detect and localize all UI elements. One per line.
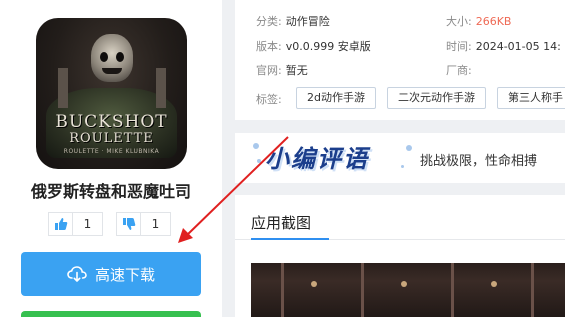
website-value: 暂无 bbox=[285, 64, 308, 77]
active-tab-underline bbox=[251, 238, 329, 240]
editor-review-badge: 小编评语 bbox=[265, 145, 369, 173]
download-button-label: 高速下载 bbox=[94, 265, 155, 284]
icon-dealer-eye-right bbox=[116, 52, 124, 62]
tag-third-person[interactable]: 第三人称手 bbox=[497, 87, 565, 109]
time-value: 2024-01-05 14: bbox=[475, 40, 561, 53]
icon-logo-line-2: ROULETTE bbox=[69, 131, 154, 146]
icon-logo-line-3: ROULETTE · MIKE KLUBNIKA bbox=[63, 148, 160, 155]
screenshots-section: 应用截图 bbox=[235, 195, 565, 317]
screenshot-detail bbox=[531, 263, 534, 317]
dislike-button[interactable]: 1 bbox=[116, 212, 171, 236]
like-count: 1 bbox=[83, 217, 92, 231]
screenshot-detail bbox=[281, 263, 284, 317]
app-info-panel: 分类: 动作冒险 大小: 266KB 版本: v0.0.999 安卓版 时间: 2024… bbox=[235, 0, 565, 120]
icon-pillar-left bbox=[58, 68, 68, 108]
icon-dealer-head bbox=[91, 34, 133, 82]
app-icon: BUCKSHOT ROULETTE ROULETTE · MIKE KLUBNI… bbox=[36, 18, 187, 169]
app-summary-card: BUCKSHOT ROULETTE ROULETTE · MIKE KLUBNI… bbox=[0, 0, 222, 317]
icon-dealer-eye-left bbox=[100, 52, 108, 62]
time-label: 时间: bbox=[446, 40, 472, 53]
screenshot-detail bbox=[451, 263, 454, 317]
editor-review-text: 挑战极限，性命相搏 bbox=[420, 154, 538, 169]
app-screenshot[interactable] bbox=[251, 263, 565, 317]
tag-anime-action[interactable]: 二次元动作手游 bbox=[387, 87, 486, 109]
decor-dot bbox=[257, 159, 261, 163]
category-row: 分类: 动作冒险 bbox=[256, 13, 330, 29]
thumbs-up-icon bbox=[49, 213, 73, 235]
size-value: 266KB bbox=[475, 15, 512, 28]
website-label: 官网: bbox=[256, 64, 282, 77]
screenshots-title: 应用截图 bbox=[251, 214, 312, 232]
icon-logo-line-1: BUCKSHOT bbox=[55, 112, 168, 132]
version-label: 版本: bbox=[256, 40, 282, 53]
size-row: 大小: 266KB bbox=[446, 13, 511, 29]
icon-pillar-right bbox=[156, 68, 166, 108]
high-speed-download-button[interactable]: 高速下载 bbox=[21, 252, 201, 296]
time-row: 时间: 2024-01-05 14: bbox=[446, 38, 561, 54]
screenshot-detail bbox=[311, 281, 317, 287]
screenshot-detail bbox=[491, 281, 497, 287]
dislike-count: 1 bbox=[151, 217, 160, 231]
version-value: v0.0.999 安卓版 bbox=[285, 40, 371, 53]
vendor-label: 厂商: bbox=[446, 64, 472, 77]
website-row: 官网: 暂无 bbox=[256, 62, 308, 78]
tag-2d-action[interactable]: 2d动作手游 bbox=[296, 87, 376, 109]
screenshot-detail bbox=[361, 263, 364, 317]
category-value[interactable]: 动作冒险 bbox=[286, 15, 330, 28]
like-button[interactable]: 1 bbox=[48, 212, 103, 236]
decor-dot bbox=[401, 165, 404, 168]
size-label: 大小: bbox=[446, 15, 472, 28]
icon-dealer-mouth bbox=[102, 68, 122, 74]
cloud-download-icon bbox=[67, 266, 87, 282]
decor-dot bbox=[253, 143, 259, 149]
thumbs-down-icon bbox=[117, 213, 141, 235]
app-name: 俄罗斯转盘和恶魔吐司 bbox=[30, 182, 191, 201]
version-row: 版本: v0.0.999 安卓版 bbox=[256, 38, 371, 54]
tags-label: 标签: bbox=[256, 93, 282, 106]
decor-dot bbox=[406, 145, 412, 151]
screenshot-detail bbox=[401, 281, 407, 287]
vendor-row: 厂商: bbox=[446, 62, 476, 78]
secondary-download-button[interactable] bbox=[21, 311, 201, 317]
editor-review-banner: 小编评语 挑战极限，性命相搏 bbox=[235, 133, 565, 183]
category-label: 分类: bbox=[256, 15, 282, 28]
